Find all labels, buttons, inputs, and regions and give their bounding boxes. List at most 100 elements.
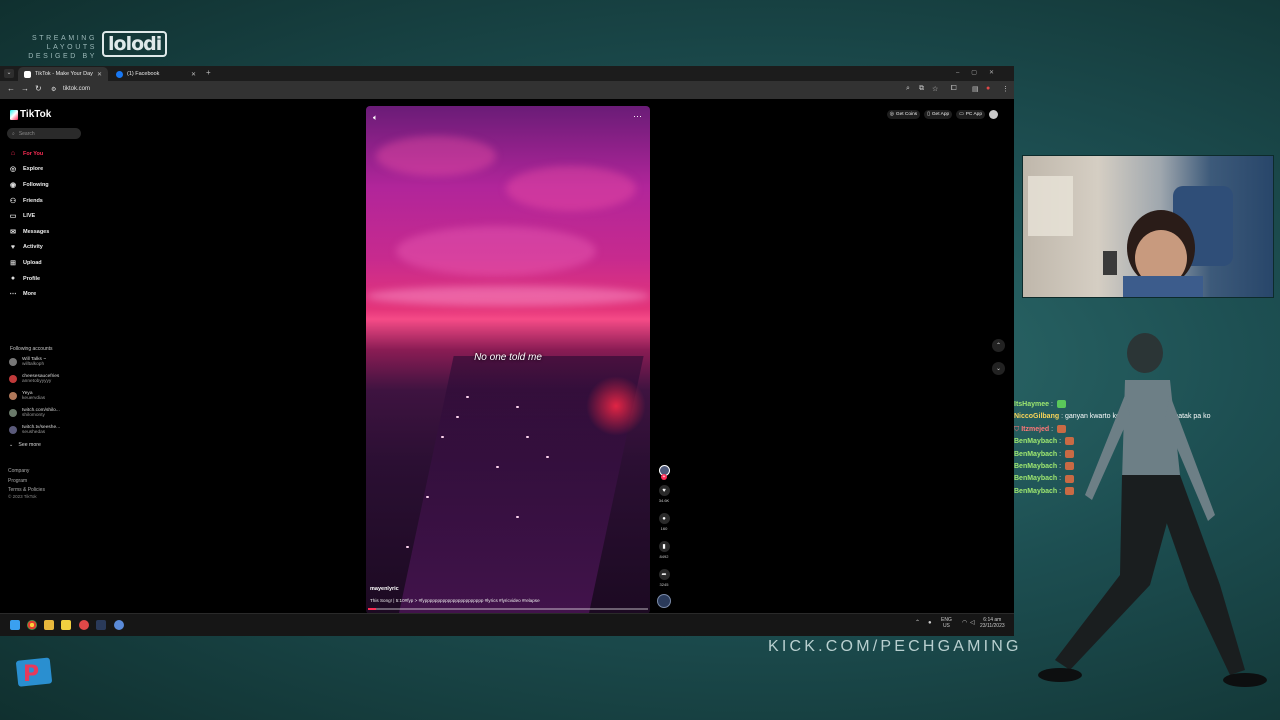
tab-facebook[interactable]: (1) Facebook ✕	[110, 67, 202, 81]
share-icon: ➦	[658, 569, 670, 580]
avatar	[9, 409, 17, 418]
menu-icon[interactable]: ⋮	[1002, 85, 1009, 93]
sidebar-item-upload[interactable]: ⊞ Upload	[9, 255, 89, 271]
url-field[interactable]: tiktok.com	[63, 86, 90, 92]
save-button[interactable]: ▮ 8492	[655, 541, 673, 559]
music-disc[interactable]	[655, 594, 673, 608]
home-icon: ⌂	[10, 150, 16, 158]
search-input[interactable]: ⌕ Search	[7, 128, 81, 139]
browser-window: ⌄ TikTok - Make Your Day ✕ (1) Facebook …	[0, 66, 1014, 636]
previous-video-button[interactable]: ⌃	[992, 339, 1005, 352]
video-author[interactable]: mayenlyric	[370, 586, 399, 592]
sidebar-item-live[interactable]: ▭ LIVE	[9, 208, 89, 224]
tab-tiktok[interactable]: TikTok - Make Your Day ✕	[18, 67, 108, 81]
sidebar-item-following[interactable]: ◉ Following	[9, 177, 89, 193]
sidebar-item-profile[interactable]: ● Profile	[9, 271, 89, 287]
following-account[interactable]: Yeya keuervdias	[9, 388, 89, 405]
window-controls[interactable]: –▢✕	[956, 69, 1006, 76]
footer-link-company[interactable]: Company	[8, 467, 45, 477]
app-icon[interactable]	[114, 620, 124, 630]
activity-icon: ♥	[10, 243, 16, 251]
layout-credit-text: STREAMING LAYOUTS DESIGED BY	[28, 35, 97, 60]
language-indicator[interactable]: ENG US	[941, 617, 952, 629]
avatar	[9, 375, 17, 384]
header-actions: ◎ Get Coins ▯ Get App ▭ PC App	[886, 110, 998, 119]
get-coins-button[interactable]: ◎ Get Coins	[886, 110, 921, 119]
wifi-icon[interactable]: ◠	[962, 620, 967, 626]
following-account[interactable]: Will Talks ~ willtalkoph	[9, 354, 89, 371]
clock[interactable]: 6:14 am 23/11/2023	[980, 617, 1005, 629]
tab-label: (1) Facebook	[127, 71, 160, 77]
avatar	[9, 392, 17, 401]
footer-links: Company Program Terms & Policies	[8, 467, 45, 496]
sidebar-item-for-you[interactable]: ⌂ For You	[9, 146, 89, 162]
following-account[interactable]: twitch.tv/seeshe... seushedas	[9, 422, 89, 439]
avatar[interactable]	[989, 110, 998, 119]
steam-icon[interactable]	[96, 620, 106, 630]
back-icon[interactable]: ←	[7, 84, 15, 93]
tray-chevron-icon[interactable]: ⌃	[915, 620, 920, 626]
comment-count: 160	[660, 526, 668, 531]
mic-icon[interactable]: ●	[928, 620, 932, 626]
close-icon[interactable]: ✕	[97, 71, 102, 78]
star-icon[interactable]: ☆	[932, 85, 938, 93]
notes-icon[interactable]	[61, 620, 71, 630]
reload-icon[interactable]: ↻	[35, 84, 42, 93]
see-more-link[interactable]: ⌄ See more	[9, 442, 41, 448]
volume-icon[interactable]: ◁	[970, 620, 975, 626]
phone-icon: ▯	[927, 112, 930, 117]
compass-icon: ◎	[9, 166, 17, 174]
following-icon: ◉	[9, 181, 17, 189]
new-tab-button[interactable]: +	[206, 68, 211, 77]
next-video-button[interactable]: ⌄	[992, 362, 1005, 375]
tiktok-logo[interactable]: TikTok	[10, 109, 51, 120]
video-player[interactable]: 🔈︎ ⋯ No one told me mayenlyric This Song…	[366, 106, 650, 614]
sidebar-icon[interactable]: ▤	[972, 85, 979, 93]
video-description: This Song! | 5:10#fyp > #fyppppppppppppp…	[370, 598, 540, 603]
sidebar-item-friends[interactable]: ⚇ Friends	[9, 193, 89, 209]
install-icon[interactable]: ⧉	[919, 85, 924, 93]
footer-link-program[interactable]: Program	[8, 477, 45, 487]
volume-icon[interactable]: 🔈︎	[373, 113, 378, 123]
chevron-up-icon: ⌃	[995, 343, 1002, 349]
tiktok-page: TikTok ⌕ Search ⌂ For You ◎ Explore ◉ Follo…	[0, 99, 1014, 614]
video-progress-bar[interactable]	[368, 608, 648, 610]
forward-icon[interactable]: →	[21, 84, 29, 93]
extensions-icon[interactable]: ⧠	[951, 85, 957, 93]
author-avatar[interactable]: +	[655, 465, 673, 480]
windows-taskbar: ⌃ ● ENG US ◠ ◁ 6:14 am 23/11/2023	[0, 613, 1014, 636]
more-options-icon[interactable]: ⋯	[633, 111, 642, 122]
following-account[interactable]: twitch.com/shilo... shilomonty	[9, 405, 89, 422]
profile-icon[interactable]: ●	[986, 85, 990, 92]
sidebar-item-messages[interactable]: ✉ Messages	[9, 224, 89, 240]
close-icon[interactable]: ✕	[191, 71, 196, 78]
comment-button[interactable]: ● 160	[655, 513, 673, 531]
sidebar-item-more[interactable]: ⋯ More	[9, 286, 89, 302]
following-accounts-heading: Following accounts	[10, 346, 53, 352]
follow-plus-icon[interactable]: +	[661, 474, 667, 480]
site-info-icon[interactable]: ⚙	[51, 86, 56, 93]
like-button[interactable]: ♥ 34.6K	[655, 485, 673, 503]
pc-app-button[interactable]: ▭ PC App	[956, 110, 985, 119]
sidebar-item-activity[interactable]: ♥ Activity	[9, 240, 89, 256]
tiktok-logo-icon	[10, 109, 18, 120]
get-app-button[interactable]: ▯ Get App	[924, 110, 953, 119]
tab-list-button[interactable]: ⌄	[4, 69, 14, 78]
sidebar-nav: ⌂ For You ◎ Explore ◉ Following ⚇ Friends ▭ L…	[9, 146, 89, 302]
share-button[interactable]: ➦ 3245	[655, 569, 673, 587]
comment-icon: ●	[658, 513, 670, 524]
avatar	[9, 426, 17, 435]
sidebar-item-explore[interactable]: ◎ Explore	[9, 162, 89, 178]
start-icon[interactable]	[10, 620, 20, 630]
video-progress-fill	[368, 608, 377, 610]
chevron-down-icon: ⌄	[995, 366, 1002, 372]
obs-icon[interactable]	[79, 620, 89, 630]
chrome-icon[interactable]	[27, 620, 37, 630]
following-account[interactable]: cheesesaucefries annetobyyyyy	[9, 371, 89, 388]
file-explorer-icon[interactable]	[44, 620, 54, 630]
channel-badge-icon: P	[16, 657, 52, 687]
tiktok-favicon-icon	[24, 70, 31, 78]
search-icon: ⌕	[12, 130, 15, 137]
avatar	[9, 358, 17, 367]
search-icon[interactable]: ⌕	[906, 85, 910, 93]
